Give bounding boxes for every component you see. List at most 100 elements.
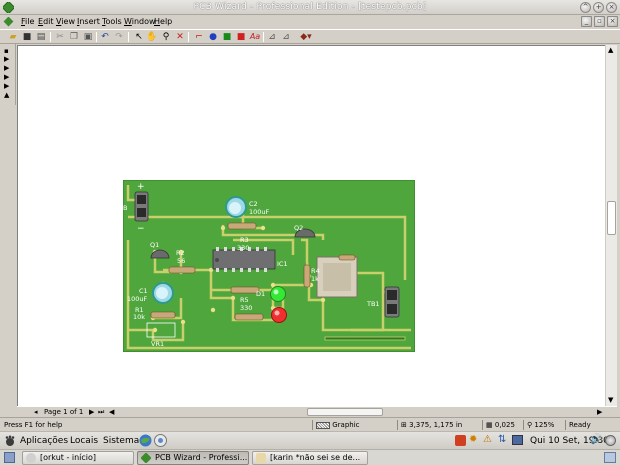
- status-coords: 3,375, 1,175 in: [409, 421, 463, 429]
- vertical-scrollbar[interactable]: ▲ ▼: [605, 45, 617, 406]
- paste-icon[interactable]: ▣: [82, 31, 94, 43]
- menu-tools[interactable]: Tools: [102, 17, 122, 26]
- page-navigation-bar: ◂ Page 1 of 1 ▶ ⏭ ◀ ▶: [17, 406, 617, 417]
- label-r1-value: 10k: [133, 313, 145, 321]
- power-icon[interactable]: [605, 435, 616, 446]
- mdi-close-button[interactable]: ×: [607, 16, 618, 27]
- mirror-icon[interactable]: ⊿: [266, 31, 278, 43]
- drawing-canvas[interactable]: C2 100uF R3 330 Q2 Q1 R2 56 IC1 R4 1k C1…: [17, 45, 605, 406]
- status-coords-pane: ⊞ 3,375, 1,175 in: [397, 420, 481, 430]
- network-icon[interactable]: ⇅: [498, 434, 506, 445]
- page-last-icon[interactable]: ⏭: [98, 408, 104, 417]
- workspace-switcher[interactable]: [604, 452, 616, 463]
- label-tb1: TB1: [366, 300, 380, 308]
- chat-task-icon: [256, 453, 266, 463]
- label-plus: +: [137, 182, 145, 192]
- page-first-icon[interactable]: ◂: [34, 408, 38, 416]
- status-state: Ready: [569, 421, 591, 429]
- toolbar: ▰ ■ ▤ ✂ ❐ ▣ ↶ ↷ ↖ ✋ ⚲ ✕ ⌐ ● ■ ■ Aa ⊿ ⊿ ◆…: [0, 29, 620, 44]
- page-next-icon[interactable]: ▶: [89, 408, 94, 416]
- menu-help[interactable]: Help: [154, 17, 172, 26]
- scroll-left-icon[interactable]: ◀: [109, 408, 114, 416]
- view-mode-icon[interactable]: ◆▾: [297, 31, 315, 43]
- select-arrow-icon[interactable]: ↖: [133, 31, 145, 43]
- cut-icon[interactable]: ✂: [54, 31, 66, 43]
- tool-arrow-icon[interactable]: ▲: [4, 92, 11, 99]
- tool-arrow-icon[interactable]: ▶: [4, 74, 11, 81]
- tool-arrow-icon[interactable]: ▶: [4, 56, 11, 63]
- update-notifier-icon[interactable]: [455, 435, 466, 446]
- scroll-down-icon[interactable]: ▼: [608, 396, 613, 404]
- led-d1: [270, 286, 286, 302]
- task-karin[interactable]: [karin *não sei se de...: [252, 451, 368, 465]
- label-r4-value: 1k: [311, 275, 319, 283]
- volume-icon[interactable]: 🔊: [590, 434, 602, 445]
- label-minus: −: [137, 224, 145, 234]
- flip-icon[interactable]: ⊿: [280, 31, 292, 43]
- menu-edit[interactable]: Edit: [38, 17, 54, 26]
- left-toolstrip: ▪ ▶ ▶ ▶ ▶ ▲: [0, 44, 16, 105]
- task-label: [karin *não sei se de...: [270, 453, 361, 462]
- weather-icon[interactable]: ✹: [469, 434, 477, 445]
- help-launcher-icon[interactable]: [154, 434, 167, 447]
- task-pcb-wizard[interactable]: PCB Wizard - Professi...: [137, 451, 249, 465]
- delete-icon[interactable]: ✕: [174, 31, 186, 43]
- tool-arrow-icon[interactable]: ▶: [4, 83, 11, 90]
- component-icon[interactable]: ■: [221, 31, 233, 43]
- open-icon[interactable]: ▰: [7, 31, 19, 43]
- show-desktop-icon[interactable]: [4, 452, 15, 463]
- label-r5-value: 330: [240, 304, 252, 312]
- vertical-scroll-thumb[interactable]: [607, 201, 616, 235]
- redo-icon[interactable]: ↷: [113, 31, 125, 43]
- label-q1: Q1: [150, 241, 159, 249]
- roll-up-button[interactable]: ^: [580, 2, 591, 13]
- copy-icon[interactable]: ❐: [68, 31, 80, 43]
- pcb-board[interactable]: C2 100uF R3 330 Q2 Q1 R2 56 IC1 R4 1k C1…: [123, 180, 415, 352]
- pad-icon[interactable]: ●: [207, 31, 219, 43]
- label-q2: Q2: [294, 224, 303, 232]
- menu-window[interactable]: Window: [124, 17, 156, 26]
- browser-launcher-icon[interactable]: [139, 434, 152, 447]
- alert-icon[interactable]: ⚠: [483, 434, 492, 445]
- close-button[interactable]: ×: [606, 2, 617, 13]
- mdi-restore-button[interactable]: ▫: [594, 16, 605, 27]
- maximize-button[interactable]: +: [593, 2, 604, 13]
- label-battery: B: [123, 204, 127, 212]
- label-r3: R3: [240, 236, 249, 244]
- ic1-chip: [212, 249, 276, 270]
- hand-icon[interactable]: ✋: [146, 31, 158, 43]
- layer-icon: [316, 421, 330, 429]
- menu-view[interactable]: View: [56, 17, 75, 26]
- toolbar-separator: [50, 32, 51, 42]
- scroll-up-icon[interactable]: ▲: [608, 46, 613, 54]
- menu-locais[interactable]: Locais: [70, 436, 98, 446]
- text-icon[interactable]: Aa: [249, 31, 261, 43]
- horizontal-scroll-thumb[interactable]: [307, 408, 383, 416]
- gnome-foot-icon[interactable]: [4, 435, 16, 447]
- status-grid-pane: ▦ 0,025 in: [482, 420, 522, 439]
- tool-arrow-icon[interactable]: ▶: [4, 65, 11, 72]
- label-vr1: VR1: [151, 340, 164, 348]
- mdi-minimize-button[interactable]: _: [581, 16, 592, 27]
- rectangle-icon[interactable]: ■: [235, 31, 247, 43]
- zoom-icon[interactable]: ⚲: [160, 31, 172, 43]
- track-icon[interactable]: ⌐: [193, 31, 205, 43]
- save-icon[interactable]: ■: [21, 31, 33, 43]
- menu-file[interactable]: File: [21, 17, 34, 26]
- undo-icon[interactable]: ↶: [99, 31, 111, 43]
- menu-aplicacoes[interactable]: Aplicações: [20, 436, 68, 446]
- scroll-right-icon[interactable]: ▶: [597, 408, 602, 416]
- label-ic1: IC1: [277, 260, 288, 268]
- monitor-icon[interactable]: [512, 435, 523, 445]
- print-icon[interactable]: ▤: [35, 31, 47, 43]
- task-orkut[interactable]: [orkut - início]: [22, 451, 134, 465]
- menu-insert[interactable]: Insert: [77, 17, 100, 26]
- title-bar: PCB Wizard - Professional Edition - [tes…: [0, 0, 620, 15]
- label-r4: R4: [311, 267, 320, 275]
- page-label: Page 1 of 1: [44, 408, 84, 416]
- grid-icon: ▦: [486, 421, 493, 429]
- tool-grip-icon: ▪: [4, 47, 9, 55]
- browser-task-icon: [26, 453, 36, 463]
- label-r3-value: 330: [237, 244, 249, 252]
- menu-sistema[interactable]: Sistema: [103, 436, 139, 446]
